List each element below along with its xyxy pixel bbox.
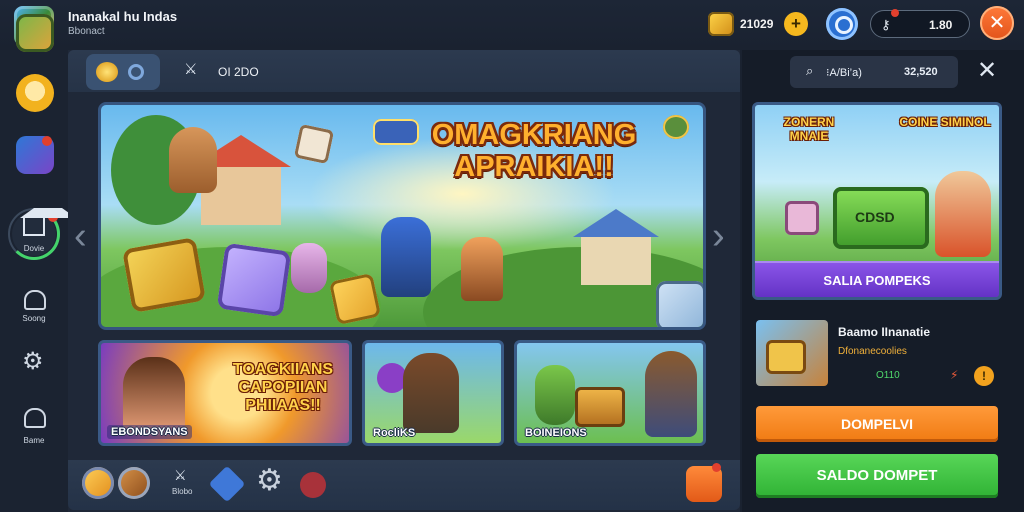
search-text: ⁝A/Bi’a) bbox=[826, 67, 862, 79]
offer-thumbnail[interactable] bbox=[756, 320, 828, 386]
tab-label[interactable]: OI 2DO bbox=[218, 65, 259, 79]
add-coins-button[interactable]: + bbox=[784, 12, 808, 36]
carousel-prev-button[interactable]: ‹ bbox=[74, 216, 87, 256]
carousel-next-button[interactable]: › bbox=[712, 216, 725, 256]
deer-character bbox=[169, 127, 217, 193]
treasure-chest bbox=[766, 340, 806, 374]
search-icon: ⌕ bbox=[806, 63, 814, 78]
close-icon[interactable]: ✕ bbox=[972, 56, 1002, 86]
sidebar-item-label: Dovie bbox=[23, 244, 45, 253]
badge-icon bbox=[373, 119, 419, 145]
treasure-block bbox=[216, 242, 292, 318]
card-label: EBONDSYANS bbox=[107, 425, 192, 439]
dock-button[interactable] bbox=[118, 467, 150, 499]
character bbox=[123, 357, 185, 435]
chest-label: CDSD bbox=[855, 209, 895, 225]
game-card[interactable]: TOAGKIIANS CAPOPIIAN PHIIAAS!! EBONDSYAN… bbox=[98, 340, 352, 446]
leaf-icon bbox=[663, 115, 689, 139]
pink-character bbox=[291, 243, 327, 293]
home-icon bbox=[20, 208, 76, 236]
hero-character bbox=[461, 237, 503, 301]
tab-bar bbox=[68, 50, 740, 92]
hero-title: OMAGKRIANG APRAIKIA!! bbox=[431, 119, 637, 183]
character bbox=[403, 353, 459, 433]
character bbox=[935, 171, 991, 257]
coin-icon bbox=[708, 12, 734, 36]
house-outline-icon[interactable] bbox=[24, 290, 46, 310]
close-button[interactable]: ✕ bbox=[980, 6, 1014, 40]
card-title: TOAGKIIANS CAPOPIIAN PHIIAAS!! bbox=[232, 361, 334, 414]
sidebar-item-smile[interactable] bbox=[16, 74, 54, 112]
promo-banner[interactable]: ZONERN MNAIE COINE SIMINOL CDSD SALIA PO… bbox=[752, 102, 1002, 300]
home-icon[interactable] bbox=[24, 408, 46, 428]
floating-cube bbox=[293, 123, 335, 165]
swords-icon[interactable]: ⚔ bbox=[184, 60, 197, 78]
offer-subtitle: Dfonanecoolies bbox=[838, 346, 907, 357]
offer-price: O110 bbox=[876, 370, 900, 381]
dompelvi-button[interactable]: DOMPELVI bbox=[756, 406, 998, 442]
treasure-chest bbox=[575, 387, 625, 427]
sidebar-item-map[interactable] bbox=[16, 14, 54, 52]
key-icon: ⚷ bbox=[881, 17, 891, 32]
promo-button[interactable]: SALIA POMPEKS bbox=[755, 261, 999, 297]
bottom-dock bbox=[68, 460, 740, 510]
treasure-block bbox=[656, 281, 703, 327]
hero-character bbox=[381, 217, 431, 297]
saldo-dompet-button[interactable]: SALDO DOMPET bbox=[756, 454, 998, 498]
treasure-block bbox=[122, 237, 206, 313]
gift-box bbox=[785, 201, 819, 235]
lightning-icon: ⚡ bbox=[950, 368, 959, 382]
character bbox=[645, 351, 697, 437]
search-count: 32,520 bbox=[904, 66, 938, 78]
treasure-block bbox=[328, 272, 382, 326]
record-icon[interactable] bbox=[300, 472, 326, 498]
promo-title-right: COINE SIMINOL bbox=[899, 115, 991, 129]
hero-banner[interactable]: OMAGKRIANG APRAIKIA!! bbox=[98, 102, 706, 330]
coin-icon bbox=[96, 62, 118, 82]
dock-label: Blobo bbox=[172, 487, 193, 496]
sidebar-item-label: Soong bbox=[22, 314, 46, 323]
game-card[interactable]: BOINEIONS bbox=[514, 340, 706, 446]
coin-count: 21029 bbox=[740, 17, 774, 31]
house bbox=[573, 209, 659, 285]
globe-icon[interactable] bbox=[826, 8, 858, 40]
circle-icon bbox=[128, 64, 144, 80]
app-title: Inanakal hu Indas bbox=[68, 9, 178, 24]
app-subtitle: Bbonact bbox=[68, 26, 105, 37]
gear-icon[interactable]: ⚙ bbox=[22, 350, 44, 374]
game-card[interactable]: RocliKS bbox=[362, 340, 504, 446]
dock-button[interactable] bbox=[82, 467, 114, 499]
offer-title: Baamo IInanatie bbox=[838, 325, 931, 339]
goblin-character bbox=[535, 365, 575, 425]
key-count: 1.80 bbox=[929, 18, 953, 32]
key-counter[interactable]: ⚷ 1.80 bbox=[870, 9, 970, 38]
swords-icon[interactable]: ⚔ bbox=[174, 467, 187, 484]
notification-dot bbox=[891, 9, 899, 17]
notification-dot bbox=[42, 136, 52, 146]
promo-title-left: ZONERN MNAIE bbox=[783, 115, 835, 143]
sidebar-item-label: Bame bbox=[23, 436, 45, 445]
notification-dot bbox=[712, 463, 721, 472]
info-icon[interactable]: ! bbox=[974, 366, 994, 386]
card-label: RocliKS bbox=[373, 427, 416, 439]
gear-icon[interactable]: ⚙ bbox=[256, 466, 283, 496]
card-label: BOINEIONS bbox=[525, 427, 587, 439]
